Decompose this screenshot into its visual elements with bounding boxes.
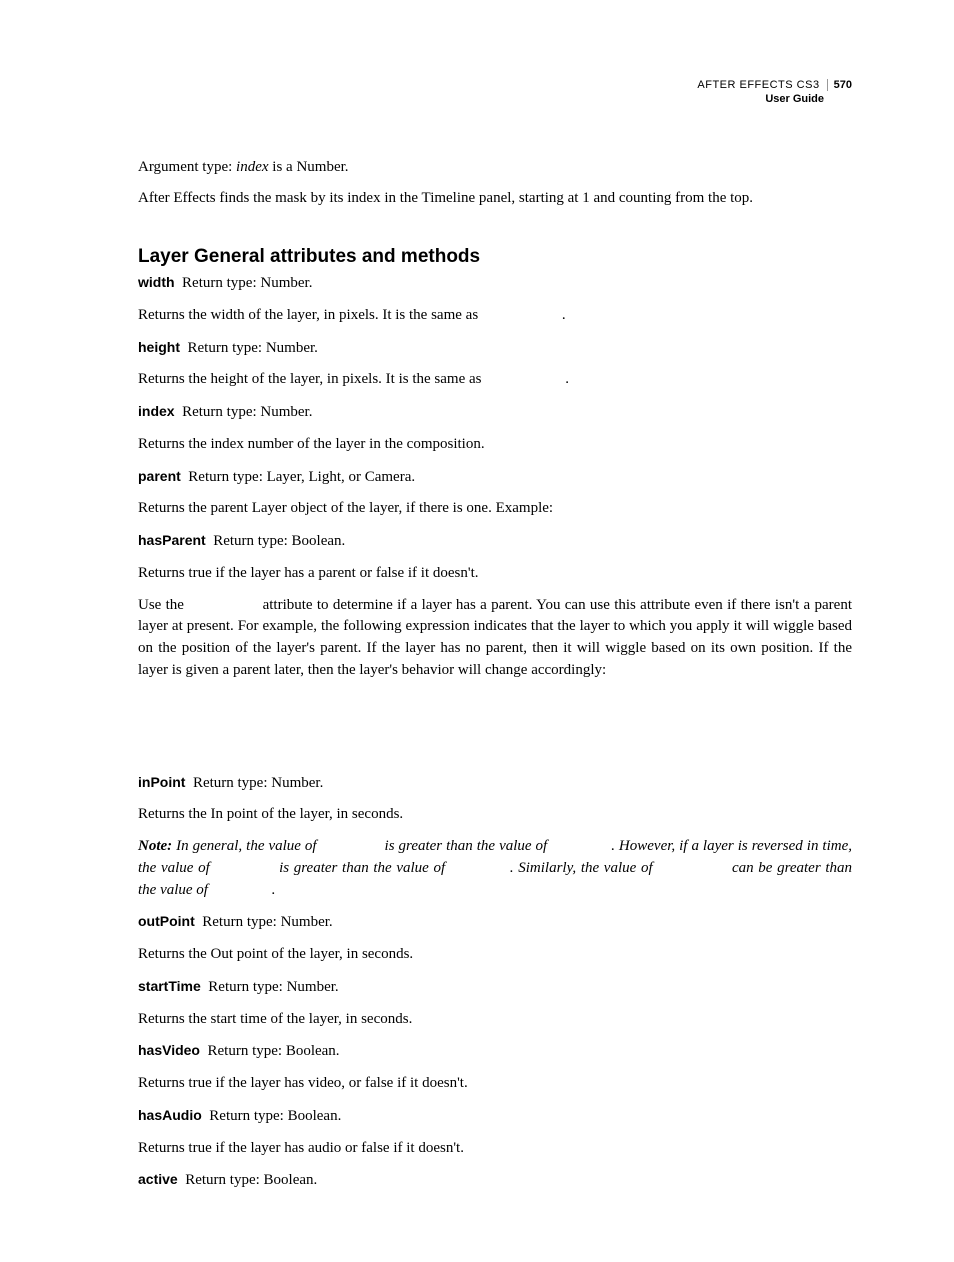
return-type: Return type: Boolean.: [208, 1043, 340, 1059]
return-type: Return type: Boolean.: [185, 1172, 317, 1188]
entry-index: index Return type: Number.: [138, 401, 852, 424]
return-type: Return type: Number.: [188, 340, 318, 356]
term-index: index: [138, 403, 175, 419]
term-startTime: startTime: [138, 978, 201, 994]
text: In general, the value of: [172, 838, 320, 854]
desc-hasVideo: Returns true if the layer has video, or …: [138, 1073, 852, 1095]
text: attribute to determine if a layer has a …: [138, 597, 852, 678]
term-hasParent: hasParent: [138, 532, 206, 548]
term-hasAudio: hasAudio: [138, 1107, 202, 1123]
para-hasParent: Use the attribute to determine if a laye…: [138, 595, 852, 682]
page-number: 570: [827, 79, 852, 91]
text: .: [562, 307, 566, 323]
header-line-1: AFTER EFFECTS CS3 570: [138, 78, 852, 92]
code-block: [138, 692, 852, 772]
term-outPoint: outPoint: [138, 913, 195, 929]
term-parent: parent: [138, 468, 181, 484]
desc-startTime: Returns the start time of the layer, in …: [138, 1009, 852, 1031]
entry-height: height Return type: Number.: [138, 337, 852, 360]
text: . Similarly, the value of: [510, 860, 657, 876]
entry-outPoint: outPoint Return type: Number.: [138, 911, 852, 934]
desc-hasParent: Returns true if the layer has a parent o…: [138, 563, 852, 585]
entry-width: width Return type: Number.: [138, 272, 852, 295]
entry-parent: parent Return type: Layer, Light, or Cam…: [138, 466, 852, 489]
desc-hasAudio: Returns true if the layer has audio or f…: [138, 1138, 852, 1160]
text: is a Number.: [269, 159, 349, 175]
return-type: Return type: Layer, Light, or Camera.: [188, 469, 415, 485]
return-type: Return type: Boolean.: [209, 1108, 341, 1124]
entry-hasVideo: hasVideo Return type: Boolean.: [138, 1040, 852, 1063]
header-subtitle: User Guide: [138, 92, 852, 106]
desc-index: Returns the index number of the layer in…: [138, 434, 852, 456]
return-type: Return type: Boolean.: [213, 533, 345, 549]
note-label: Note:: [138, 838, 172, 854]
return-type: Return type: Number.: [182, 404, 312, 420]
text: .: [272, 882, 276, 898]
text: Returns the width of the layer, in pixel…: [138, 307, 482, 323]
page-content: AFTER EFFECTS CS3 570 User Guide Argumen…: [0, 0, 954, 1262]
desc-width: Returns the width of the layer, in pixel…: [138, 305, 852, 327]
desc-height: Returns the height of the layer, in pixe…: [138, 369, 852, 391]
intro-argument-type: Argument type: index is a Number.: [138, 157, 852, 179]
term-width: width: [138, 274, 175, 290]
text: Returns the height of the layer, in pixe…: [138, 371, 485, 387]
text: .: [565, 371, 569, 387]
note-paragraph: Note: In general, the value of is greate…: [138, 836, 852, 901]
return-type: Return type: Number.: [208, 979, 338, 995]
return-type: Return type: Number.: [202, 914, 332, 930]
intro-description: After Effects finds the mask by its inde…: [138, 188, 852, 210]
return-type: Return type: Number.: [182, 275, 312, 291]
entry-hasParent: hasParent Return type: Boolean.: [138, 530, 852, 553]
text: Argument type:: [138, 159, 236, 175]
entry-inPoint: inPoint Return type: Number.: [138, 772, 852, 795]
text: can be greater than the value of: [138, 860, 852, 898]
argument-name: index: [236, 159, 268, 175]
section-heading: Layer General attributes and methods: [138, 246, 852, 268]
desc-parent: Returns the parent Layer object of the l…: [138, 498, 852, 520]
desc-outPoint: Returns the Out point of the layer, in s…: [138, 944, 852, 966]
text: Use the: [138, 597, 188, 613]
term-active: active: [138, 1171, 178, 1187]
text: is greater than the value of: [274, 860, 449, 876]
desc-inPoint: Returns the In point of the layer, in se…: [138, 804, 852, 826]
entry-startTime: startTime Return type: Number.: [138, 976, 852, 999]
term-hasVideo: hasVideo: [138, 1042, 200, 1058]
page-header: AFTER EFFECTS CS3 570 User Guide: [138, 78, 852, 107]
entry-active: active Return type: Boolean.: [138, 1169, 852, 1192]
text: is greater than the value of: [381, 838, 552, 854]
return-type: Return type: Number.: [193, 775, 323, 791]
term-inPoint: inPoint: [138, 774, 185, 790]
term-height: height: [138, 339, 180, 355]
product-name: AFTER EFFECTS CS3: [697, 79, 819, 91]
entry-hasAudio: hasAudio Return type: Boolean.: [138, 1105, 852, 1128]
